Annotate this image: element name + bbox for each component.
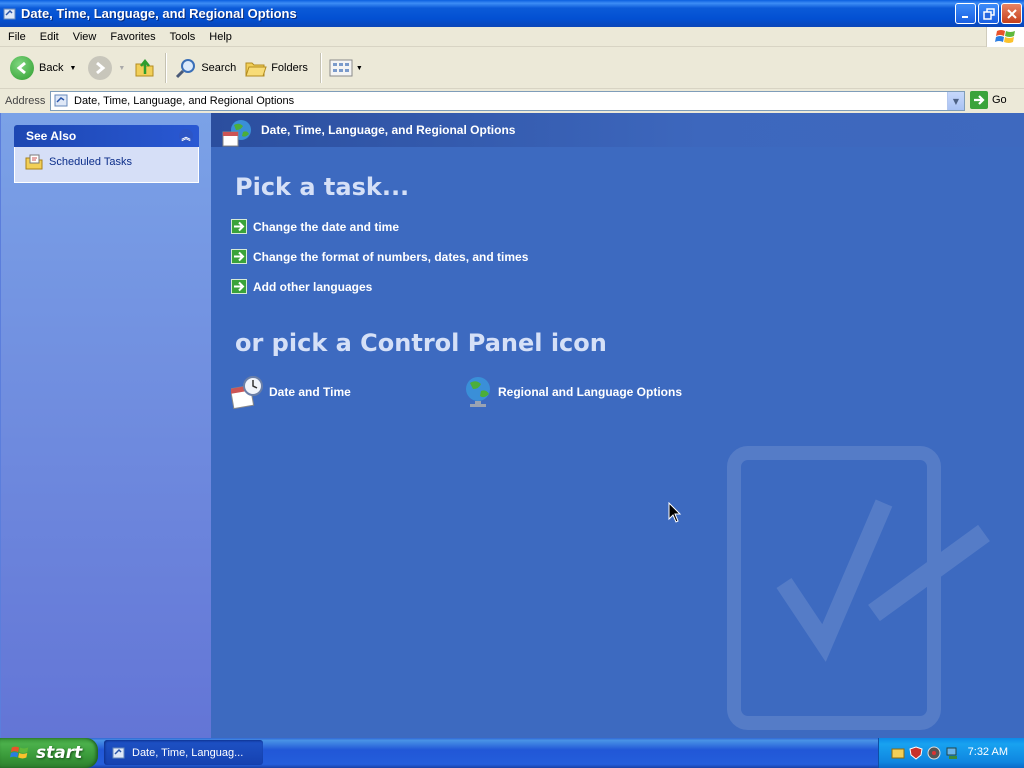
see-also-title: See Also [26, 129, 77, 143]
forward-arrow-icon [88, 56, 113, 80]
close-icon [1006, 8, 1017, 19]
start-label: start [36, 743, 83, 763]
taskbar: start Date, Time, Languag... 7:32 AM [0, 738, 1024, 768]
green-arrow-icon [231, 219, 247, 234]
window-title: Date, Time, Language, and Regional Optio… [21, 6, 297, 21]
back-button[interactable]: Back ▼ [6, 51, 80, 85]
control-panel-icon [3, 8, 16, 19]
windows-flag-icon [10, 746, 29, 759]
menu-bar: File Edit View Favorites Tools Help [0, 27, 1024, 47]
search-icon [176, 59, 196, 79]
task-pane: See Also ︽ Scheduled Tasks [0, 113, 211, 738]
back-dropdown-icon[interactable]: ▼ [69, 65, 76, 72]
folders-label: Folders [271, 62, 308, 74]
forward-button[interactable]: ▼ [84, 51, 129, 85]
go-button[interactable]: Go [970, 91, 1007, 109]
clock[interactable]: 7:32 AM [968, 746, 1008, 758]
address-label: Address [5, 95, 46, 107]
menu-file[interactable]: File [2, 31, 32, 43]
task-change-format[interactable]: Change the format of numbers, dates, and… [231, 249, 528, 264]
date-and-time-label: Date and Time [269, 385, 351, 399]
pick-icon-heading: or pick a Control Panel icon [235, 329, 607, 357]
menu-help[interactable]: Help [203, 31, 238, 43]
minimize-icon [961, 15, 968, 18]
globe-icon [466, 377, 490, 407]
see-also-scheduled-tasks[interactable]: Scheduled Tasks [25, 154, 188, 170]
go-arrow-icon [970, 91, 988, 109]
search-label: Search [201, 62, 237, 74]
see-also-body: Scheduled Tasks [14, 147, 199, 183]
task-label: Change the date and time [253, 219, 400, 234]
green-arrow-icon [231, 279, 247, 294]
regional-language-icon-link[interactable]: Regional and Language Options [463, 375, 682, 409]
main-header: Date, Time, Language, and Regional Optio… [211, 113, 1024, 147]
taskbar-window-button[interactable]: Date, Time, Languag... [104, 740, 263, 765]
green-arrow-icon [231, 249, 247, 264]
views-button[interactable]: ▼ [325, 51, 367, 85]
taskbar-window-label: Date, Time, Languag... [132, 746, 244, 759]
mouse-cursor-icon [668, 502, 682, 523]
see-also-panel: See Also ︽ Scheduled Tasks [14, 125, 199, 183]
task-add-languages[interactable]: Add other languages [231, 279, 372, 294]
task-change-date-time[interactable]: Change the date and time [231, 219, 399, 234]
date-time-globe-icon [222, 120, 251, 147]
tray-tools-icon[interactable] [891, 746, 905, 760]
views-icon [329, 59, 353, 77]
toolbar-separator [165, 53, 167, 83]
system-tray: 7:32 AM [878, 738, 1024, 768]
network-icon[interactable] [945, 746, 959, 760]
date-time-icon [231, 376, 263, 409]
security-shield-icon[interactable] [909, 746, 923, 760]
windows-logo [986, 27, 1024, 47]
toolbar: Back ▼ ▼ Search Folders ▼ [0, 48, 1024, 89]
search-button[interactable]: Search [170, 51, 240, 85]
menu-edit[interactable]: Edit [34, 31, 65, 43]
minimize-button[interactable] [955, 3, 976, 24]
main-header-title: Date, Time, Language, and Regional Optio… [261, 123, 516, 137]
folders-icon [245, 62, 267, 77]
control-panel-icon [54, 94, 68, 107]
see-also-header[interactable]: See Also ︽ [14, 125, 199, 147]
back-label: Back [39, 62, 64, 74]
address-text: Date, Time, Language, and Regional Optio… [74, 95, 295, 107]
date-and-time-icon-link[interactable]: Date and Time [231, 375, 351, 409]
control-panel-icon [112, 747, 125, 758]
task-label: Change the format of numbers, dates, and… [253, 249, 529, 264]
menu-favorites[interactable]: Favorites [104, 31, 161, 43]
pick-task-heading: Pick a task... [235, 173, 410, 201]
toolbar-separator [319, 53, 321, 83]
task-label: Add other languages [253, 279, 373, 294]
windows-flag-icon [994, 30, 1015, 43]
restore-icon [982, 7, 995, 20]
menu-tools[interactable]: Tools [164, 31, 202, 43]
scheduled-tasks-icon [25, 154, 43, 170]
scheduled-tasks-label: Scheduled Tasks [49, 156, 132, 168]
address-dropdown-button[interactable]: ▼ [947, 92, 964, 110]
up-folder-icon [135, 58, 154, 77]
up-folder-button[interactable] [129, 51, 161, 85]
start-button[interactable]: start [0, 738, 98, 768]
restore-button[interactable] [978, 3, 999, 24]
collapse-chevron-icon[interactable]: ︽ [179, 129, 193, 143]
forward-dropdown-icon[interactable]: ▼ [118, 65, 125, 72]
folders-button[interactable]: Folders [240, 51, 312, 85]
address-field[interactable]: Date, Time, Language, and Regional Optio… [50, 91, 965, 111]
go-label: Go [992, 94, 1007, 106]
watermark-checkmark-icon [727, 446, 990, 730]
address-bar: Address Date, Time, Language, and Region… [0, 90, 1024, 112]
antivirus-icon[interactable] [927, 746, 941, 760]
regional-language-label: Regional and Language Options [498, 385, 683, 399]
title-bar[interactable]: Date, Time, Language, and Regional Optio… [0, 0, 1024, 27]
main-pane: Date, Time, Language, and Regional Optio… [211, 113, 1024, 738]
back-arrow-icon [10, 56, 34, 80]
close-button[interactable] [1001, 3, 1022, 24]
views-dropdown-icon[interactable]: ▼ [356, 65, 363, 72]
menu-view[interactable]: View [67, 31, 103, 43]
